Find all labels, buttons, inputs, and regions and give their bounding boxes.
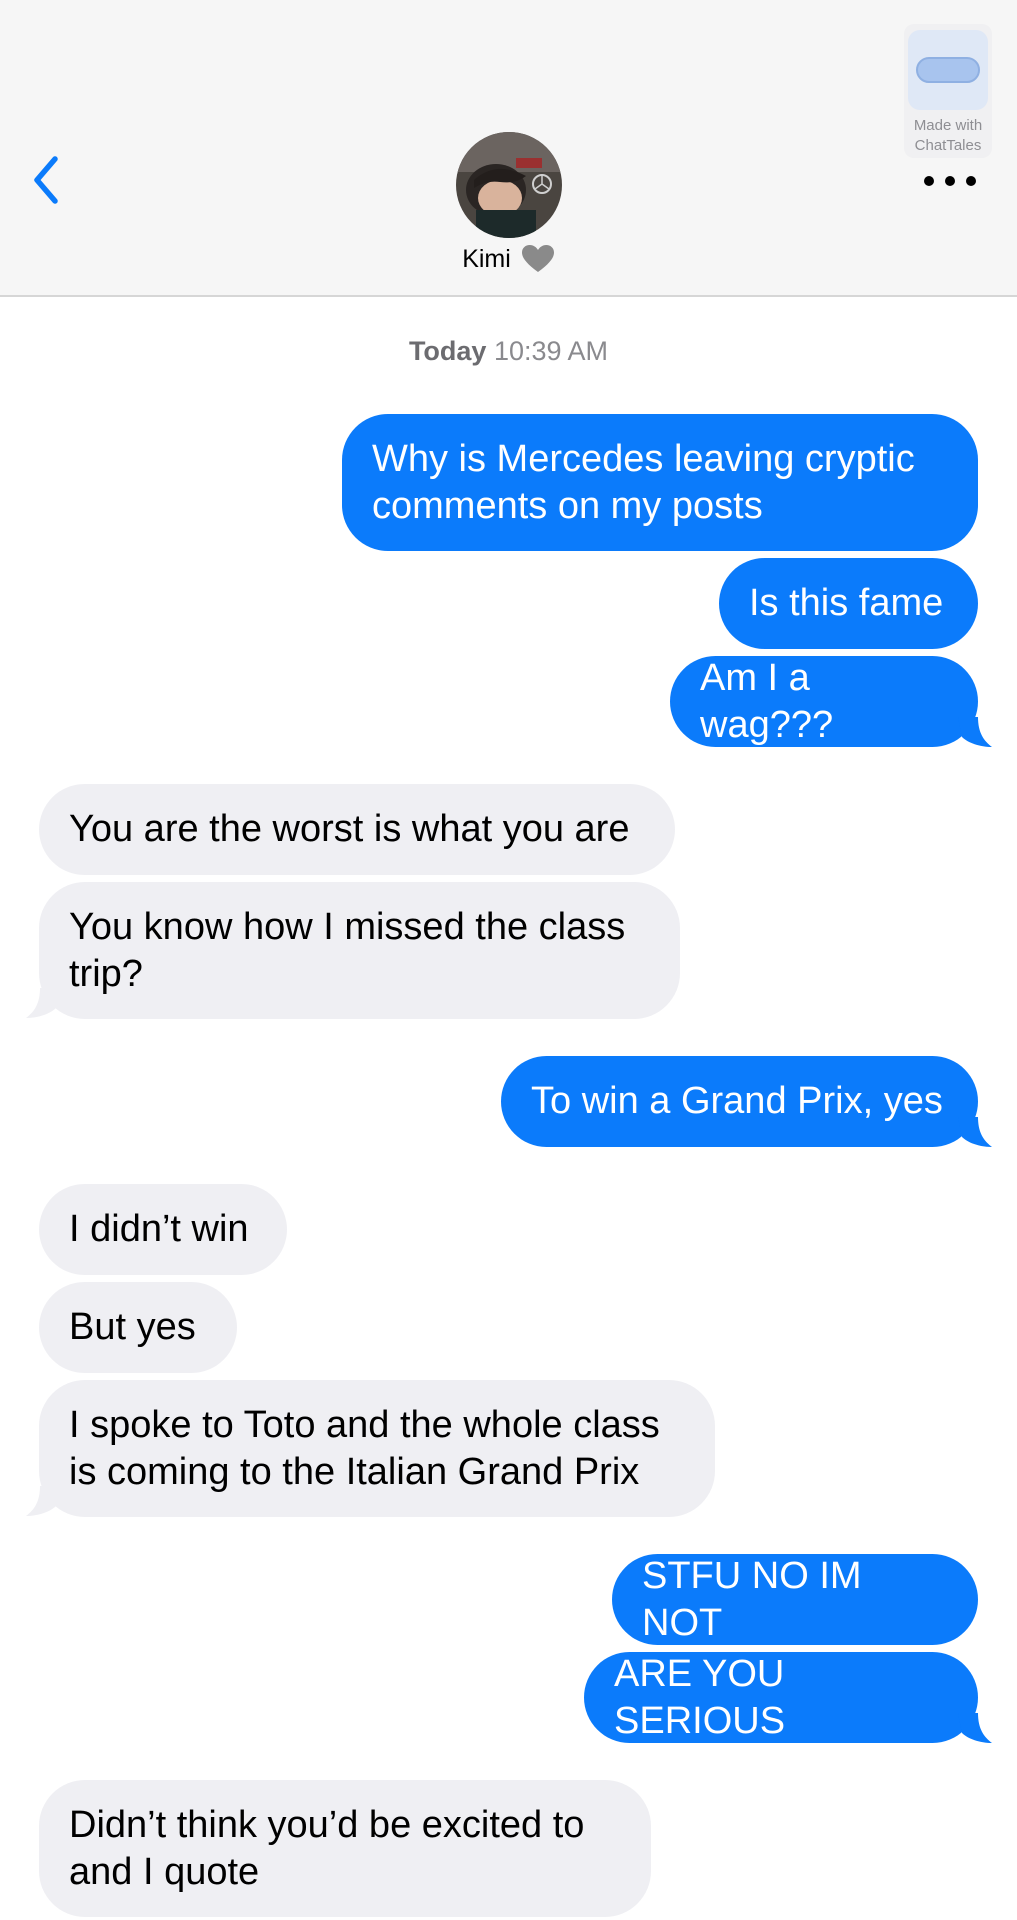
- more-icon[interactable]: [924, 170, 976, 192]
- message-text: But yes: [69, 1306, 196, 1348]
- message-bubble-received[interactable]: You are the worst is what you are: [39, 784, 675, 875]
- brand-line-2: ChatTales: [914, 137, 982, 154]
- message-text-line: I spoke to Toto and the whole class: [69, 1403, 660, 1446]
- chat-bubble-icon: [908, 30, 988, 110]
- heart-icon: [521, 245, 554, 272]
- chevron-left-icon: [34, 156, 58, 204]
- conversation-timestamp: Today 10:39 AM: [0, 336, 1017, 367]
- message-bubble-received[interactable]: Didn’t think you’d be excited to and I q…: [39, 1780, 651, 1917]
- contact-avatar[interactable]: [456, 132, 562, 238]
- bubble-tail: [958, 1713, 992, 1743]
- made-with-chattales-badge: Made with ChatTales: [904, 24, 992, 158]
- message-bubble-sent[interactable]: Is this fame: [719, 558, 978, 649]
- message-text: Am I a wag???: [700, 656, 834, 746]
- message-text-line: Why is Mercedes leaving cryptic: [372, 437, 915, 480]
- contact-name: Kimi: [462, 244, 511, 273]
- message-text-line: You know how I missed the class: [69, 905, 626, 948]
- message-bubble-received[interactable]: You know how I missed the class trip?: [39, 882, 680, 1019]
- message-bubble-sent[interactable]: Am I a wag???: [670, 656, 978, 747]
- message-text: Is this fame: [749, 582, 944, 624]
- message-bubble-sent[interactable]: ARE YOU SERIOUS: [584, 1652, 978, 1743]
- contact-name-row[interactable]: Kimi: [0, 244, 1017, 274]
- bubble-tail: [26, 1486, 60, 1516]
- message-text-line: trip?: [69, 952, 143, 995]
- message-text: I didn’t win: [69, 1208, 249, 1250]
- message-bubble-sent[interactable]: To win a Grand Prix, yes: [501, 1056, 978, 1147]
- message-text: ARE YOU SERIOUS: [614, 1652, 786, 1742]
- message-text: STFU NO IM NOT: [642, 1554, 862, 1644]
- avatar-image: [456, 132, 562, 238]
- message-text: To win a Grand Prix, yes: [531, 1080, 943, 1122]
- bubble-tail: [958, 717, 992, 747]
- brand-line-1: Made with: [913, 117, 983, 134]
- bubble-tail: [958, 1117, 992, 1147]
- timestamp-day: Today: [408, 336, 487, 366]
- message-bubble-sent[interactable]: Why is Mercedes leaving cryptic comments…: [342, 414, 978, 551]
- message-text-line: is coming to the Italian Grand Prix: [69, 1450, 640, 1493]
- message-bubble-received[interactable]: I didn’t win: [39, 1184, 287, 1275]
- message-bubble-received[interactable]: But yes: [39, 1282, 237, 1373]
- message-text-line: comments on my posts: [372, 484, 763, 527]
- bubble-tail: [26, 988, 60, 1018]
- conversation-header: Kimi Made with ChatTales: [0, 0, 1017, 297]
- message-text-line: Didn’t think you’d be excited to: [69, 1803, 585, 1846]
- message-text: You are the worst is what you are: [69, 808, 630, 850]
- timestamp-time: 10:39 AM: [493, 336, 609, 366]
- message-bubble-sent[interactable]: STFU NO IM NOT: [612, 1554, 978, 1645]
- back-button[interactable]: [22, 150, 70, 210]
- message-bubble-received[interactable]: I spoke to Toto and the whole class is c…: [39, 1380, 715, 1517]
- message-text-line: and I quote: [69, 1850, 260, 1893]
